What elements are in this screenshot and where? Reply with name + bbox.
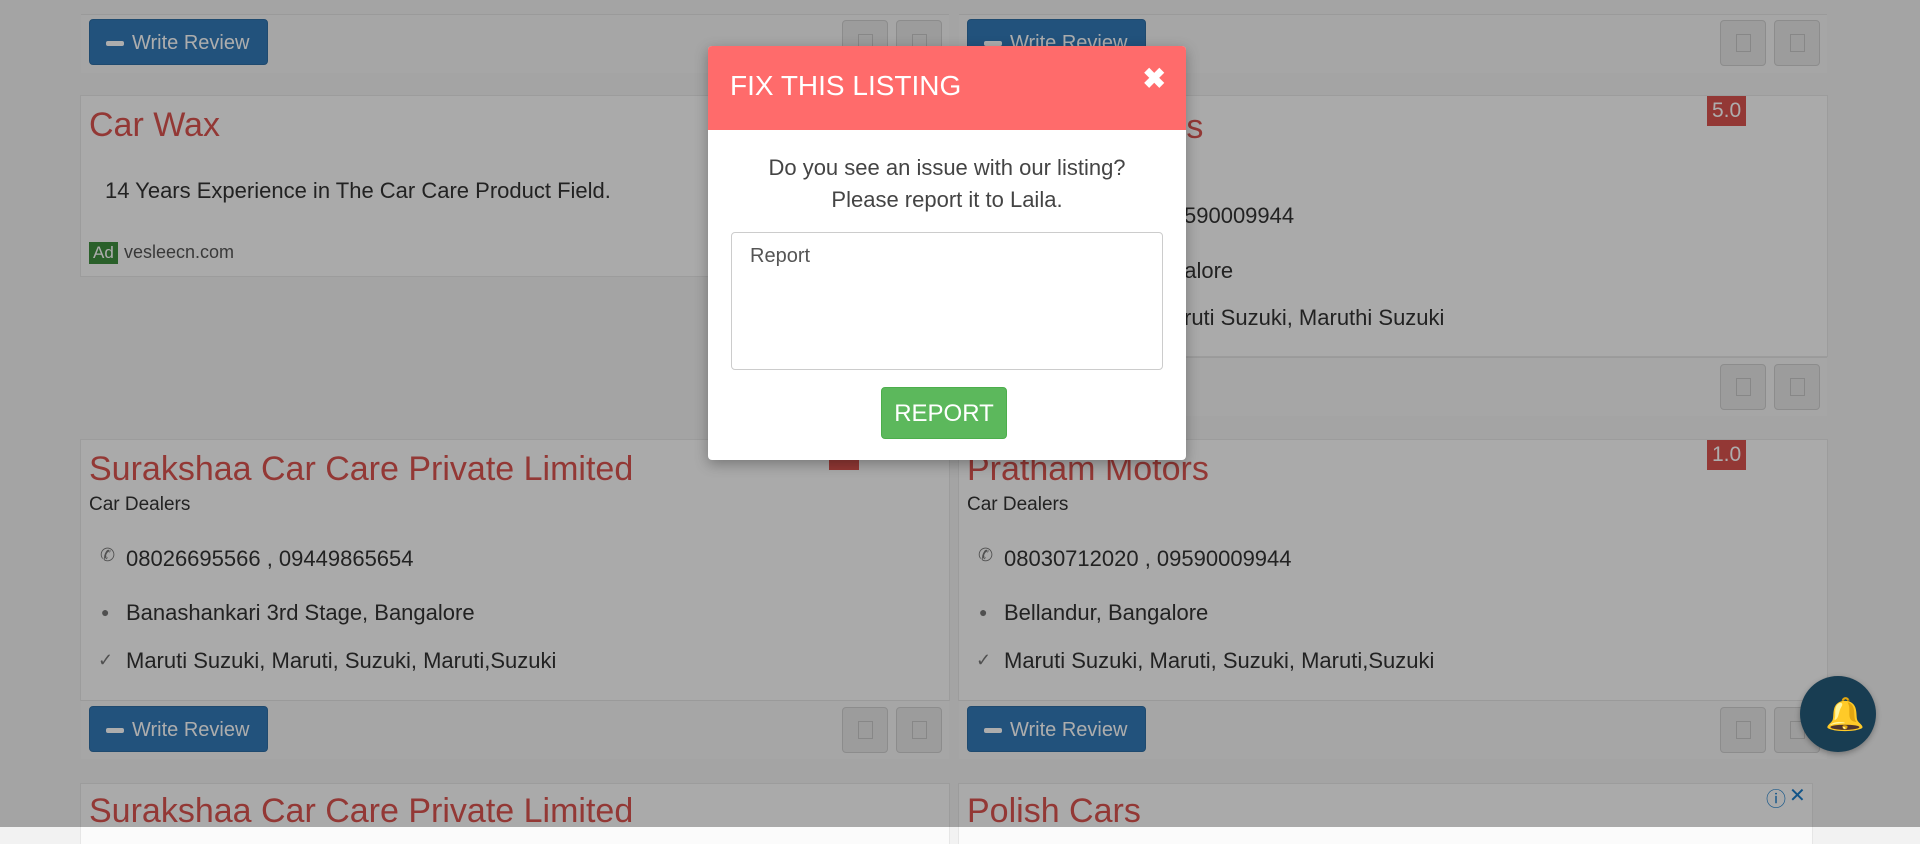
report-textarea[interactable] bbox=[731, 232, 1163, 370]
fix-listing-modal: FIX THIS LISTING ✖ Do you see an issue w… bbox=[708, 46, 1186, 460]
modal-message-line1: Do you see an issue with our listing? bbox=[768, 155, 1126, 180]
modal-message-line2: Please report it to Laila. bbox=[831, 187, 1063, 212]
bell-icon: 🔔 bbox=[1825, 696, 1865, 732]
notification-bell-button[interactable]: 🔔 bbox=[1800, 676, 1876, 752]
modal-message: Do you see an issue with our listing? Pl… bbox=[708, 152, 1186, 216]
close-icon[interactable]: ✖ bbox=[1143, 64, 1166, 94]
report-submit-button[interactable]: REPORT bbox=[881, 387, 1007, 439]
modal-title: FIX THIS LISTING bbox=[730, 70, 962, 101]
modal-header: FIX THIS LISTING ✖ bbox=[708, 46, 1186, 130]
